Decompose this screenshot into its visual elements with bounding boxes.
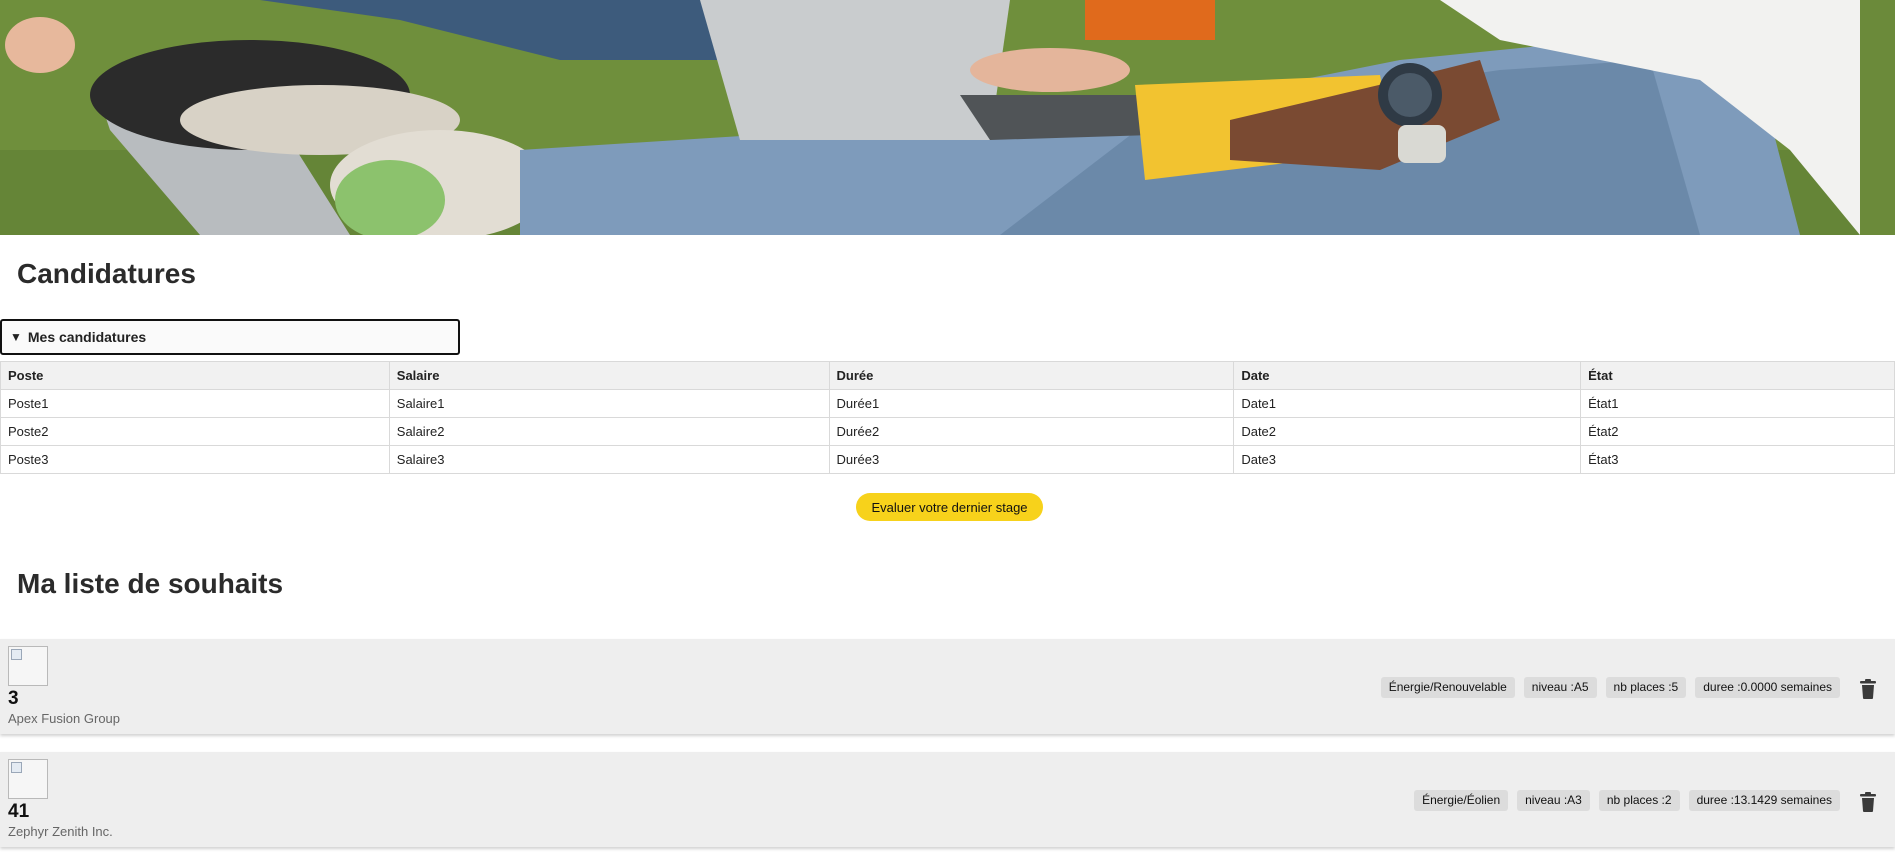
cell-salaire: Salaire3 [388, 445, 830, 474]
duration-tag: duree :13.1429 semaines [1688, 790, 1840, 811]
places-tag: nb places :2 [1598, 790, 1680, 811]
company-name: Apex Fusion Group [8, 711, 121, 726]
broken-image-icon [8, 646, 48, 686]
trash-icon[interactable] [1859, 792, 1877, 812]
evaluate-internship-button[interactable]: Evaluer votre dernier stage [856, 493, 1043, 521]
cell-date: Date2 [1233, 417, 1582, 446]
level-tag: niveau :A3 [1517, 790, 1590, 811]
offer-tags: Énergie/Éolien niveau :A3 nb places :2 d… [1414, 790, 1840, 811]
column-header-poste: Poste [0, 361, 390, 390]
offer-tags: Énergie/Renouvelable niveau :A5 nb place… [1380, 677, 1840, 698]
table-row: Poste2 Salaire2 Durée2 Date2 État2 [0, 417, 1895, 446]
cell-date: Date3 [1233, 445, 1582, 474]
cell-poste: Poste1 [0, 389, 390, 418]
cell-duree: Durée2 [828, 417, 1235, 446]
wishlist-item[interactable]: 3 Apex Fusion Group Énergie/Renouvelable… [0, 639, 1895, 734]
my-applications-toggle[interactable]: ▼ Mes candidatures [0, 319, 460, 355]
cell-poste: Poste2 [0, 417, 390, 446]
wishlist-title: Ma liste de souhaits [17, 568, 284, 599]
applications-title: Candidatures [17, 258, 196, 289]
wishlist-item[interactable]: 41 Zephyr Zenith Inc. Énergie/Éolien niv… [0, 752, 1895, 847]
column-header-salaire: Salaire [388, 361, 830, 390]
cell-duree: Durée1 [828, 389, 1235, 418]
table-header-row: Poste Salaire Durée Date État [0, 361, 1895, 390]
cell-etat: État1 [1580, 389, 1895, 418]
caret-down-icon: ▼ [10, 330, 22, 344]
cell-etat: État3 [1580, 445, 1895, 474]
cell-salaire: Salaire1 [388, 389, 830, 418]
applications-table: Poste Salaire Durée Date État Poste1 Sal… [0, 361, 1895, 474]
hero-banner [0, 0, 1895, 235]
cell-etat: État2 [1580, 417, 1895, 446]
cell-poste: Poste3 [0, 445, 390, 474]
places-tag: nb places :5 [1605, 677, 1687, 698]
offer-number: 41 [8, 801, 30, 822]
duration-tag: duree :0.0000 semaines [1695, 677, 1840, 698]
level-tag: niveau :A5 [1523, 677, 1597, 698]
cell-duree: Durée3 [828, 445, 1235, 474]
column-header-date: Date [1233, 361, 1582, 390]
table-row: Poste1 Salaire1 Durée1 Date1 État1 [0, 389, 1895, 418]
column-header-etat: État [1580, 361, 1895, 390]
sector-tag: Énergie/Éolien [1414, 790, 1509, 811]
hero-image [0, 0, 1895, 235]
cell-date: Date1 [1233, 389, 1582, 418]
my-applications-label: Mes candidatures [27, 329, 147, 345]
column-header-duree: Durée [828, 361, 1235, 390]
offer-number: 3 [8, 688, 19, 709]
table-row: Poste3 Salaire3 Durée3 Date3 État3 [0, 445, 1895, 474]
broken-image-icon [8, 759, 48, 799]
trash-icon[interactable] [1859, 679, 1877, 699]
sector-tag: Énergie/Renouvelable [1380, 677, 1515, 698]
company-name: Zephyr Zenith Inc. [8, 824, 113, 839]
cell-salaire: Salaire2 [388, 417, 830, 446]
